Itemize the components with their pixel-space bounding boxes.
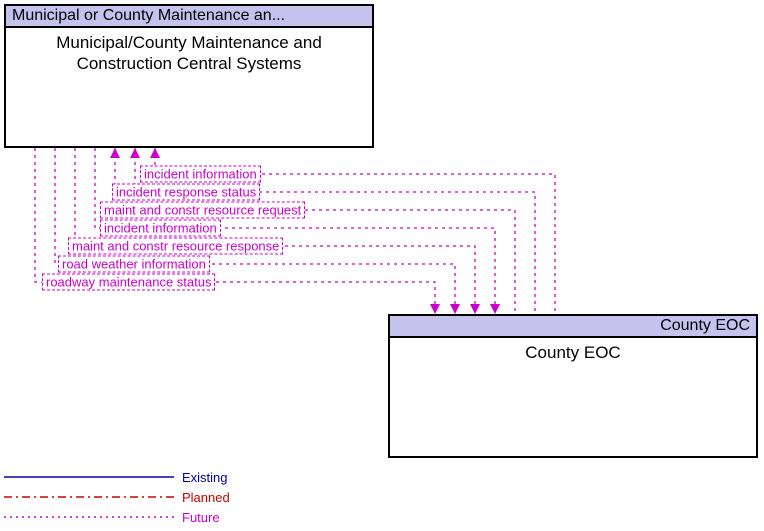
node-municipal-header: Municipal or County Maintenance an...	[6, 6, 372, 28]
legend-label-existing: Existing	[182, 470, 228, 485]
node-eoc[interactable]: County EOC County EOC	[388, 314, 758, 458]
flow-label-incident-response-status[interactable]: incident response status	[112, 184, 260, 201]
node-eoc-body: County EOC	[390, 338, 756, 367]
legend-label-planned: Planned	[182, 490, 230, 505]
flow-label-incident-information-1[interactable]: incident information	[140, 166, 261, 183]
node-eoc-header: County EOC	[390, 316, 756, 338]
node-municipal[interactable]: Municipal or County Maintenance an... Mu…	[4, 4, 374, 148]
flow-label-maint-constr-resource-request[interactable]: maint and constr resource request	[100, 202, 305, 219]
legend-row-planned: Planned	[4, 487, 230, 507]
flow-label-incident-information-2[interactable]: incident information	[100, 220, 221, 237]
legend-line-future-icon	[4, 511, 174, 523]
legend-line-planned-icon	[4, 491, 174, 503]
legend-row-existing: Existing	[4, 467, 230, 487]
legend-line-existing-icon	[4, 471, 174, 483]
node-municipal-body: Municipal/County Maintenance and Constru…	[6, 28, 372, 79]
legend: Existing Planned Future	[4, 467, 230, 527]
flow-label-road-weather-information[interactable]: road weather information	[58, 256, 210, 273]
flow-label-maint-constr-resource-response[interactable]: maint and constr resource response	[68, 238, 283, 255]
legend-label-future: Future	[182, 510, 220, 525]
flow-label-roadway-maintenance-status[interactable]: roadway maintenance status	[42, 274, 215, 291]
legend-row-future: Future	[4, 507, 230, 527]
